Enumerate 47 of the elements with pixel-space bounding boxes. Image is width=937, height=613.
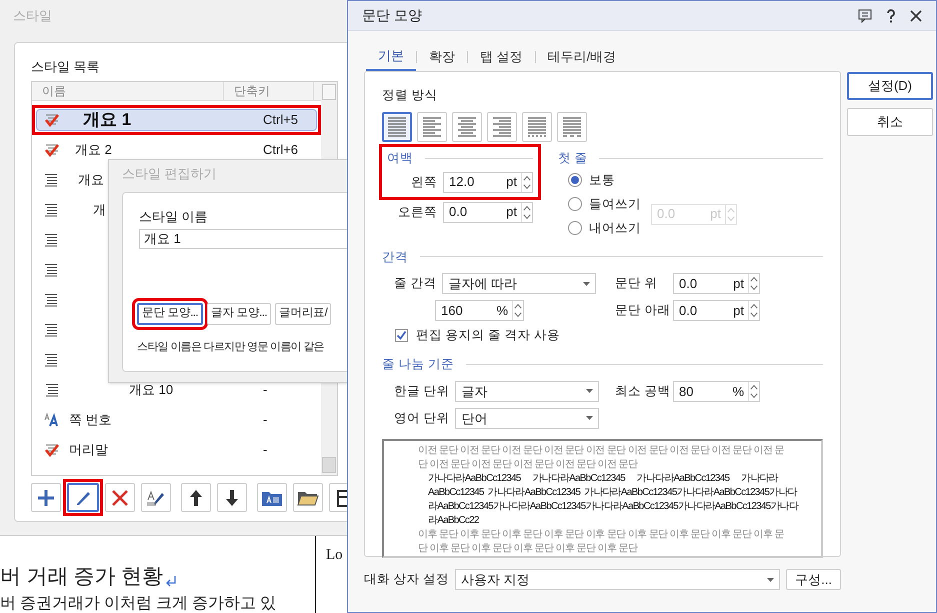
- section-heading: 줄 나눔 기준: [382, 356, 454, 373]
- preview-text: 가나다라AaBbCc12345 가나다라AaBbCc12345 가나다라AaBbCc12345 가나다라: [427, 472, 780, 486]
- field-label: 들여쓰기: [589, 196, 641, 213]
- preview-text: 단 이후 문단 이후 문단 이후 문단 이후 문단 이후 문단: [418, 542, 639, 556]
- shortcut-text: Ctrl+6: [263, 141, 298, 160]
- list-label: 스타일 목록: [31, 58, 100, 76]
- preview-text: 단 이전 문단 이전 문단 이전 문단 이전 문단 이전 문단: [418, 458, 639, 472]
- field-label: 편집 용지의 줄 격자 사용: [416, 327, 560, 344]
- field-label: 스타일 이름: [139, 208, 208, 226]
- field-label: 왼쪽: [411, 174, 437, 191]
- preview-text: 라AaBbCc22: [427, 514, 480, 528]
- style-name: 쪽 번호: [69, 411, 112, 430]
- style-name: 개: [93, 201, 106, 220]
- document-heading: 버 거래 증가 현황: [0, 566, 163, 587]
- style-name: 개요 2: [75, 141, 112, 160]
- preview-text: 이후 문단 이후 문단 이후 문단 이후 문단 이후 문단 이후 문단 이후 문단 이후 문단 이후 문: [418, 528, 786, 542]
- document-text: Lo: [326, 548, 343, 563]
- shortcut-text: -: [263, 381, 268, 400]
- style-name: 개요 10: [129, 381, 174, 400]
- document-text: 버 증권거래가 이처럼 크게 증가하고 있: [0, 596, 276, 612]
- style-name: 머리말: [69, 441, 108, 460]
- field-label: 영어 단위: [394, 410, 450, 427]
- style-name: 개요 1: [83, 109, 132, 132]
- shortcut-text: -: [263, 441, 268, 460]
- window-title: 스타일: [13, 7, 52, 25]
- section-heading: 첫 줄: [558, 150, 588, 167]
- dialog-title: 문단 모양: [362, 6, 423, 25]
- field-label: 줄 간격: [394, 275, 436, 292]
- field-label: 내어쓰기: [589, 220, 641, 237]
- preview-text: 이전 문단 이전 문단 이전 문단 이전 문단 이전 문단 이전 문단 이전 문단 이전 문단 이전 문: [418, 444, 786, 458]
- field-label: 최소 공백: [615, 382, 667, 400]
- field-label: 문단 아래: [615, 302, 667, 320]
- shortcut-text: Ctrl+5: [263, 111, 298, 130]
- field-label: 오른쪽: [398, 204, 437, 221]
- note-text: 스타일 이름은 다르지만 영문 이름이 같은: [137, 340, 324, 355]
- field-label: 정렬 방식: [382, 87, 438, 104]
- shortcut-text: -: [263, 411, 268, 430]
- style-name: 개요: [78, 171, 104, 190]
- preview-text: AaBbCc12345 가나다라AaBbCc12345 가나다라AaBbCc12345가나다라AaBbCc12345가나다: [427, 486, 798, 500]
- section-heading: 여백: [387, 150, 413, 167]
- field-label: 대화 상자 설정: [364, 571, 449, 588]
- field-label: 보통: [589, 172, 615, 189]
- section-heading: 간격: [382, 248, 408, 266]
- field-label: 한글 단위: [394, 382, 450, 400]
- field-label: 문단 위: [615, 275, 658, 292]
- preview-text: 라AaBbCc12345가나다라AaBbCc12345가나다라AaBbCc12345가나다라AaBbCc12345가나다: [427, 500, 800, 514]
- dialog-title: 스타일 편집하기: [122, 165, 217, 183]
